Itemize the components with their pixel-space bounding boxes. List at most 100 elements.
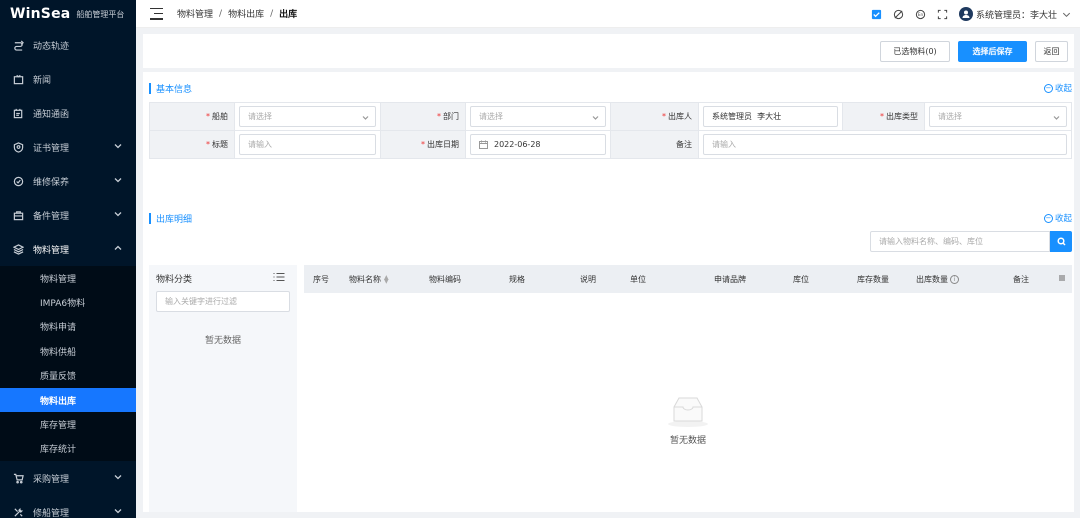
type-select[interactable]: 请选择 [929,106,1067,127]
remark-input[interactable]: 请输入 [703,134,1067,155]
sidebar-item-label: 备件管理 [33,211,70,222]
material-search-input[interactable]: 请输入物料名称、编码、库位 [870,231,1050,252]
type-label: * 出库类型 [842,102,925,131]
selected-materials-button[interactable]: 已选物料(0) [880,40,950,62]
list-icon[interactable] [273,272,285,282]
basic-info-form: * 船舶 请选择 * 部门 请选择 * 出库人 系统管理员 李大壮 * 出库类型 请选择… [149,102,1072,159]
submenu-item-supply[interactable]: 物料供船 [0,339,136,363]
submenu-item-statistics[interactable]: 库存统计 [0,437,136,461]
header-actions: En 系统管理员：李大壮 [871,0,1072,28]
form-panel: 基本信息 − 收起 * 船舶 请选择 * 部门 请选择 * 出库人 系统管理员 李大壮… [143,72,1074,512]
category-filter-input[interactable]: 输入关键字进行过滤 [156,291,290,312]
chevron-down-icon [1053,114,1060,121]
basic-info-collapse[interactable]: − 收起 [1043,82,1072,94]
sidebar-item-label: 修船管理 [33,508,70,518]
sidebar-item-route[interactable]: 动态轨迹 [0,28,136,62]
title-input[interactable]: 请输入 [239,134,376,155]
detail-collapse[interactable]: − 收起 [1043,212,1072,224]
section-title: 基本信息 [156,84,193,95]
chevron-down-icon [1060,8,1072,20]
table-empty-state: 暂无数据 [304,393,1072,446]
submenu-item-request[interactable]: 物料申请 [0,315,136,339]
breadcrumb-item[interactable]: 物料出库 [228,7,264,20]
column-header: 规格 [509,275,525,284]
fullscreen-icon[interactable] [937,8,949,20]
chevron-down-icon [592,114,599,121]
operator-label: * 出库人 [610,102,699,131]
dept-label: * 部门 [380,102,466,131]
sidebar-item-label: 物料管理 [33,245,70,256]
title-label: * 标题 [149,130,235,159]
search-button[interactable] [1050,231,1072,252]
column-header: 库位 [793,275,809,284]
sidebar-item-label: 证书管理 [33,143,70,154]
submenu-item-impa6[interactable]: IMPA6物料 [0,290,136,314]
svg-text:En: En [918,12,924,17]
sidebar-item-label: 新闻 [33,75,52,86]
chevron-down-icon [114,210,122,218]
collapse-icon: − [1043,83,1053,93]
checkbox-icon[interactable] [871,8,883,20]
sidebar-item-label: 维修保养 [33,177,70,188]
dept-select[interactable]: 请选择 [470,106,606,127]
compass-icon[interactable] [893,8,905,20]
breadcrumb-current: 出库 [279,10,298,20]
sidebar-item-repair[interactable]: 修船管理 [0,495,136,518]
materials-submenu: 物料管理 IMPA6物料 物料申请 物料供船 质量反馈 物料出库 库存管理 库存… [0,266,136,462]
materials-icon [12,243,24,255]
operator-field[interactable]: 系统管理员 李大壮 [703,106,838,127]
back-button[interactable]: 返回 [1035,40,1068,62]
info-icon[interactable]: i [950,275,959,284]
chevron-up-icon [114,244,122,252]
avatar [958,7,973,21]
date-label: * 出库日期 [380,130,466,159]
spare-parts-icon [12,209,24,221]
sidebar-item-spare-parts[interactable]: 备件管理 [0,198,136,232]
section-title: 出库明细 [156,214,193,225]
ship-select[interactable]: 请选择 [239,106,376,127]
sidebar-item-maintenance[interactable]: 维修保养 [0,164,136,198]
sort-icon: ▲ ▼ [384,273,389,285]
submenu-item-outbound[interactable]: 物料出库 [0,387,136,413]
breadcrumb-item[interactable]: 物料管理 [177,7,213,20]
material-search: 请输入物料名称、编码、库位 [870,231,1072,252]
column-header: 序号 [313,275,329,284]
date-picker[interactable]: 2022-06-28 [470,134,606,155]
sidebar: WinSea 船舶管理平台 动态轨迹 新闻 通知通函 证书管理 维修保养 备件管… [0,0,136,518]
submenu-item-materials[interactable]: 物料管理 [0,266,136,290]
category-title: 物料分类 [156,275,193,285]
submenu-item-inventory[interactable]: 库存管理 [0,412,136,436]
logo: WinSea 船舶管理平台 [0,0,136,28]
column-settings-icon[interactable] [1058,274,1066,284]
sidebar-item-notice[interactable]: 通知通函 [0,96,136,130]
submenu-item-quality[interactable]: 质量反馈 [0,364,136,388]
notice-icon [12,107,24,119]
column-header: 说明 [580,275,596,284]
menu-toggle-icon[interactable] [150,7,163,20]
brand-name: WinSea [10,6,71,22]
category-panel: 物料分类 输入关键字进行过滤 暂无数据 [149,265,297,512]
remark-label: 备注 [610,130,699,159]
top-header: 物料管理 / 物料出库 / 出库 En 系统管理员：李大壮 [136,0,1080,28]
chevron-down-icon [114,142,122,150]
column-header: 单位 [630,275,646,284]
news-icon [12,73,24,85]
user-name: 系统管理员：李大壮 [975,10,1057,21]
breadcrumb: 物料管理 / 物料出库 / 出库 [177,7,298,21]
sidebar-item-materials[interactable]: 物料管理 [0,232,136,266]
sidebar-item-certificate[interactable]: 证书管理 [0,130,136,164]
user-menu[interactable]: 系统管理员：李大壮 [958,7,1072,21]
sidebar-item-label: 采购管理 [33,474,70,485]
save-button[interactable]: 选择后保存 [958,40,1027,62]
language-icon[interactable]: En [915,8,927,20]
search-icon [1056,237,1066,246]
collapse-icon: − [1043,213,1053,223]
chevron-down-icon [114,507,122,515]
collapse-label: 收起 [1054,214,1072,224]
sidebar-item-news[interactable]: 新闻 [0,62,136,96]
sidebar-item-purchase[interactable]: 采购管理 [0,461,136,495]
empty-text: 暂无数据 [669,436,706,446]
calendar-icon [479,140,488,149]
route-icon [12,39,24,51]
column-header-name[interactable]: 物料名称 ▲ ▼ [349,274,389,285]
